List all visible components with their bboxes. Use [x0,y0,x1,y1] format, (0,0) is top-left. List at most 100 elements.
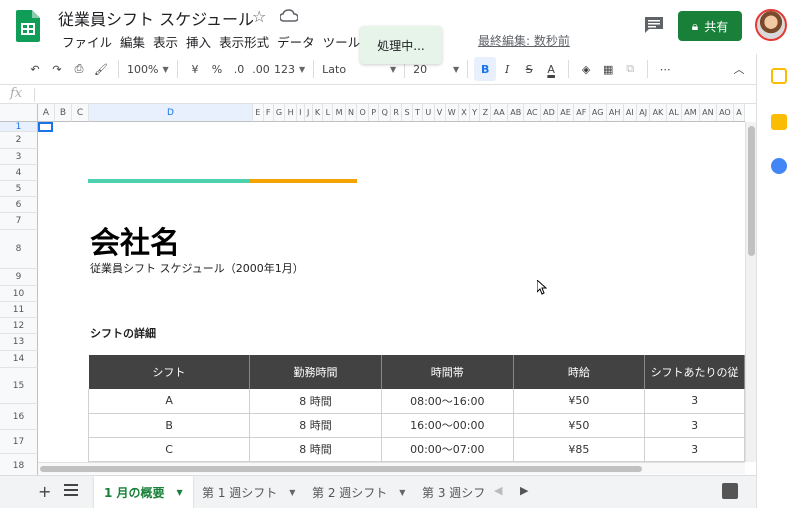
calendar-icon[interactable] [771,68,787,84]
cloud-status-icon[interactable] [280,9,298,23]
tab-scroll-left-icon[interactable]: ◀ [494,484,502,497]
column-header[interactable]: S [402,104,413,121]
keep-icon[interactable] [771,114,787,130]
column-header[interactable]: AJ [637,104,651,121]
italic-button[interactable]: I [496,57,518,81]
column-header[interactable]: K [313,104,324,121]
column-header[interactable]: A [734,104,745,121]
sheet-canvas[interactable]: 会社名 従業員シフト スケジュール（2000年1月） シフトの詳細 シフト 勤務… [38,122,745,462]
column-header[interactable]: AN [700,104,717,121]
column-header[interactable]: R [391,104,403,121]
horizontal-scroll-thumb[interactable] [40,466,642,472]
row-header[interactable]: 15 [0,368,38,404]
menu-insert[interactable]: 挿入 [182,32,215,51]
merge-cells-icon[interactable]: ⧉ [619,57,641,81]
column-header[interactable]: AM [682,104,700,121]
column-header[interactable]: M [333,104,346,121]
decrease-decimal-button[interactable]: .0 [228,57,250,81]
row-header[interactable]: 1 [0,122,38,132]
row-header[interactable]: 11 [0,302,38,318]
column-header[interactable]: Q [379,104,392,121]
column-header[interactable]: J [305,104,313,121]
row-header[interactable]: 14 [0,351,38,368]
undo-icon[interactable]: ↶ [24,57,46,81]
row-header[interactable]: 17 [0,430,38,454]
row-header[interactable]: 5 [0,181,38,197]
menu-data[interactable]: データ [273,32,319,51]
column-header[interactable]: AK [650,104,667,121]
bold-button[interactable]: B [474,57,497,81]
collapse-toolbar-icon[interactable]: ︿ [728,57,750,81]
menu-view[interactable]: 表示 [149,32,182,51]
vertical-scroll-thumb[interactable] [748,126,755,256]
column-header[interactable]: AG [590,104,607,121]
tab-week2[interactable]: 第 2 週シフト ▼ [302,476,415,508]
star-icon[interactable]: ☆ [252,7,266,26]
column-header[interactable]: AL [667,104,682,121]
document-title[interactable]: 従業員シフト スケジュール [58,6,254,30]
column-header[interactable]: Z [480,104,492,121]
currency-format-button[interactable]: ¥ [184,57,206,81]
row-header[interactable]: 16 [0,404,38,430]
more-formats-select[interactable]: 123 ▼ [272,57,307,81]
column-header[interactable]: AE [558,104,575,121]
strikethrough-button[interactable]: S [518,57,540,81]
column-header[interactable]: L [323,104,334,121]
sheets-logo-icon[interactable] [16,10,40,42]
fill-color-icon[interactable]: ◈ [575,57,597,81]
zoom-select[interactable]: 100% ▼ [125,57,171,81]
row-header[interactable]: 8 [0,230,38,269]
tab-scroll-right-icon[interactable]: ▶ [520,484,528,497]
avatar[interactable] [755,9,787,41]
column-header[interactable]: O [357,104,370,121]
menu-edit[interactable]: 編集 [116,32,149,51]
more-options-button[interactable]: ⋯ [654,57,676,81]
column-header[interactable]: AA [491,104,508,121]
column-header[interactable]: N [346,104,358,121]
column-header[interactable]: AD [541,104,558,121]
column-header[interactable]: T [413,104,424,121]
column-header[interactable]: U [423,104,435,121]
column-header[interactable]: X [459,104,470,121]
increase-decimal-button[interactable]: .00 [250,57,272,81]
column-header[interactable]: H [285,104,297,121]
all-sheets-icon[interactable] [64,484,78,496]
last-edit-link[interactable]: 最終編集: 数秒前 [478,32,570,49]
column-header[interactable]: C [72,104,89,122]
column-header[interactable]: AI [624,104,637,121]
row-header[interactable]: 4 [0,165,38,181]
vertical-scrollbar[interactable] [745,122,756,462]
row-header[interactable]: 3 [0,149,38,165]
column-header[interactable]: AH [607,104,624,121]
column-header[interactable]: I [297,104,305,121]
paint-format-icon[interactable]: 🖌︎ [90,57,112,81]
column-header[interactable]: V [435,104,446,121]
row-header[interactable]: 2 [0,132,38,149]
column-header[interactable]: A [38,104,55,122]
menu-file[interactable]: ファイル [58,32,116,51]
tab-week3[interactable]: 第 3 週シフ [412,476,484,508]
column-header[interactable]: F [264,104,274,121]
row-header[interactable]: 10 [0,286,38,302]
explore-icon[interactable] [722,483,738,499]
column-header[interactable]: AB [508,104,525,121]
print-icon[interactable]: ⎙ [68,57,90,81]
menu-tools[interactable]: ツール [319,32,365,51]
percent-format-button[interactable]: % [206,57,228,81]
select-all-corner[interactable] [0,104,38,122]
borders-icon[interactable]: ▦ [597,57,619,81]
row-header[interactable]: 7 [0,213,38,230]
column-header[interactable]: W [446,104,459,121]
row-header[interactable]: 9 [0,269,38,286]
row-header[interactable]: 6 [0,197,38,213]
menu-format[interactable]: 表示形式 [215,32,273,51]
column-header[interactable]: Y [470,104,481,121]
horizontal-scrollbar[interactable]: ◂ ▸ [38,462,762,482]
column-header[interactable]: P [369,104,380,121]
column-header[interactable]: AF [574,104,590,121]
text-color-button[interactable]: A [540,57,562,81]
column-header[interactable]: B [55,104,72,122]
column-header[interactable]: G [274,104,286,121]
row-header[interactable]: 12 [0,318,38,334]
add-sheet-icon[interactable]: + [38,482,51,501]
